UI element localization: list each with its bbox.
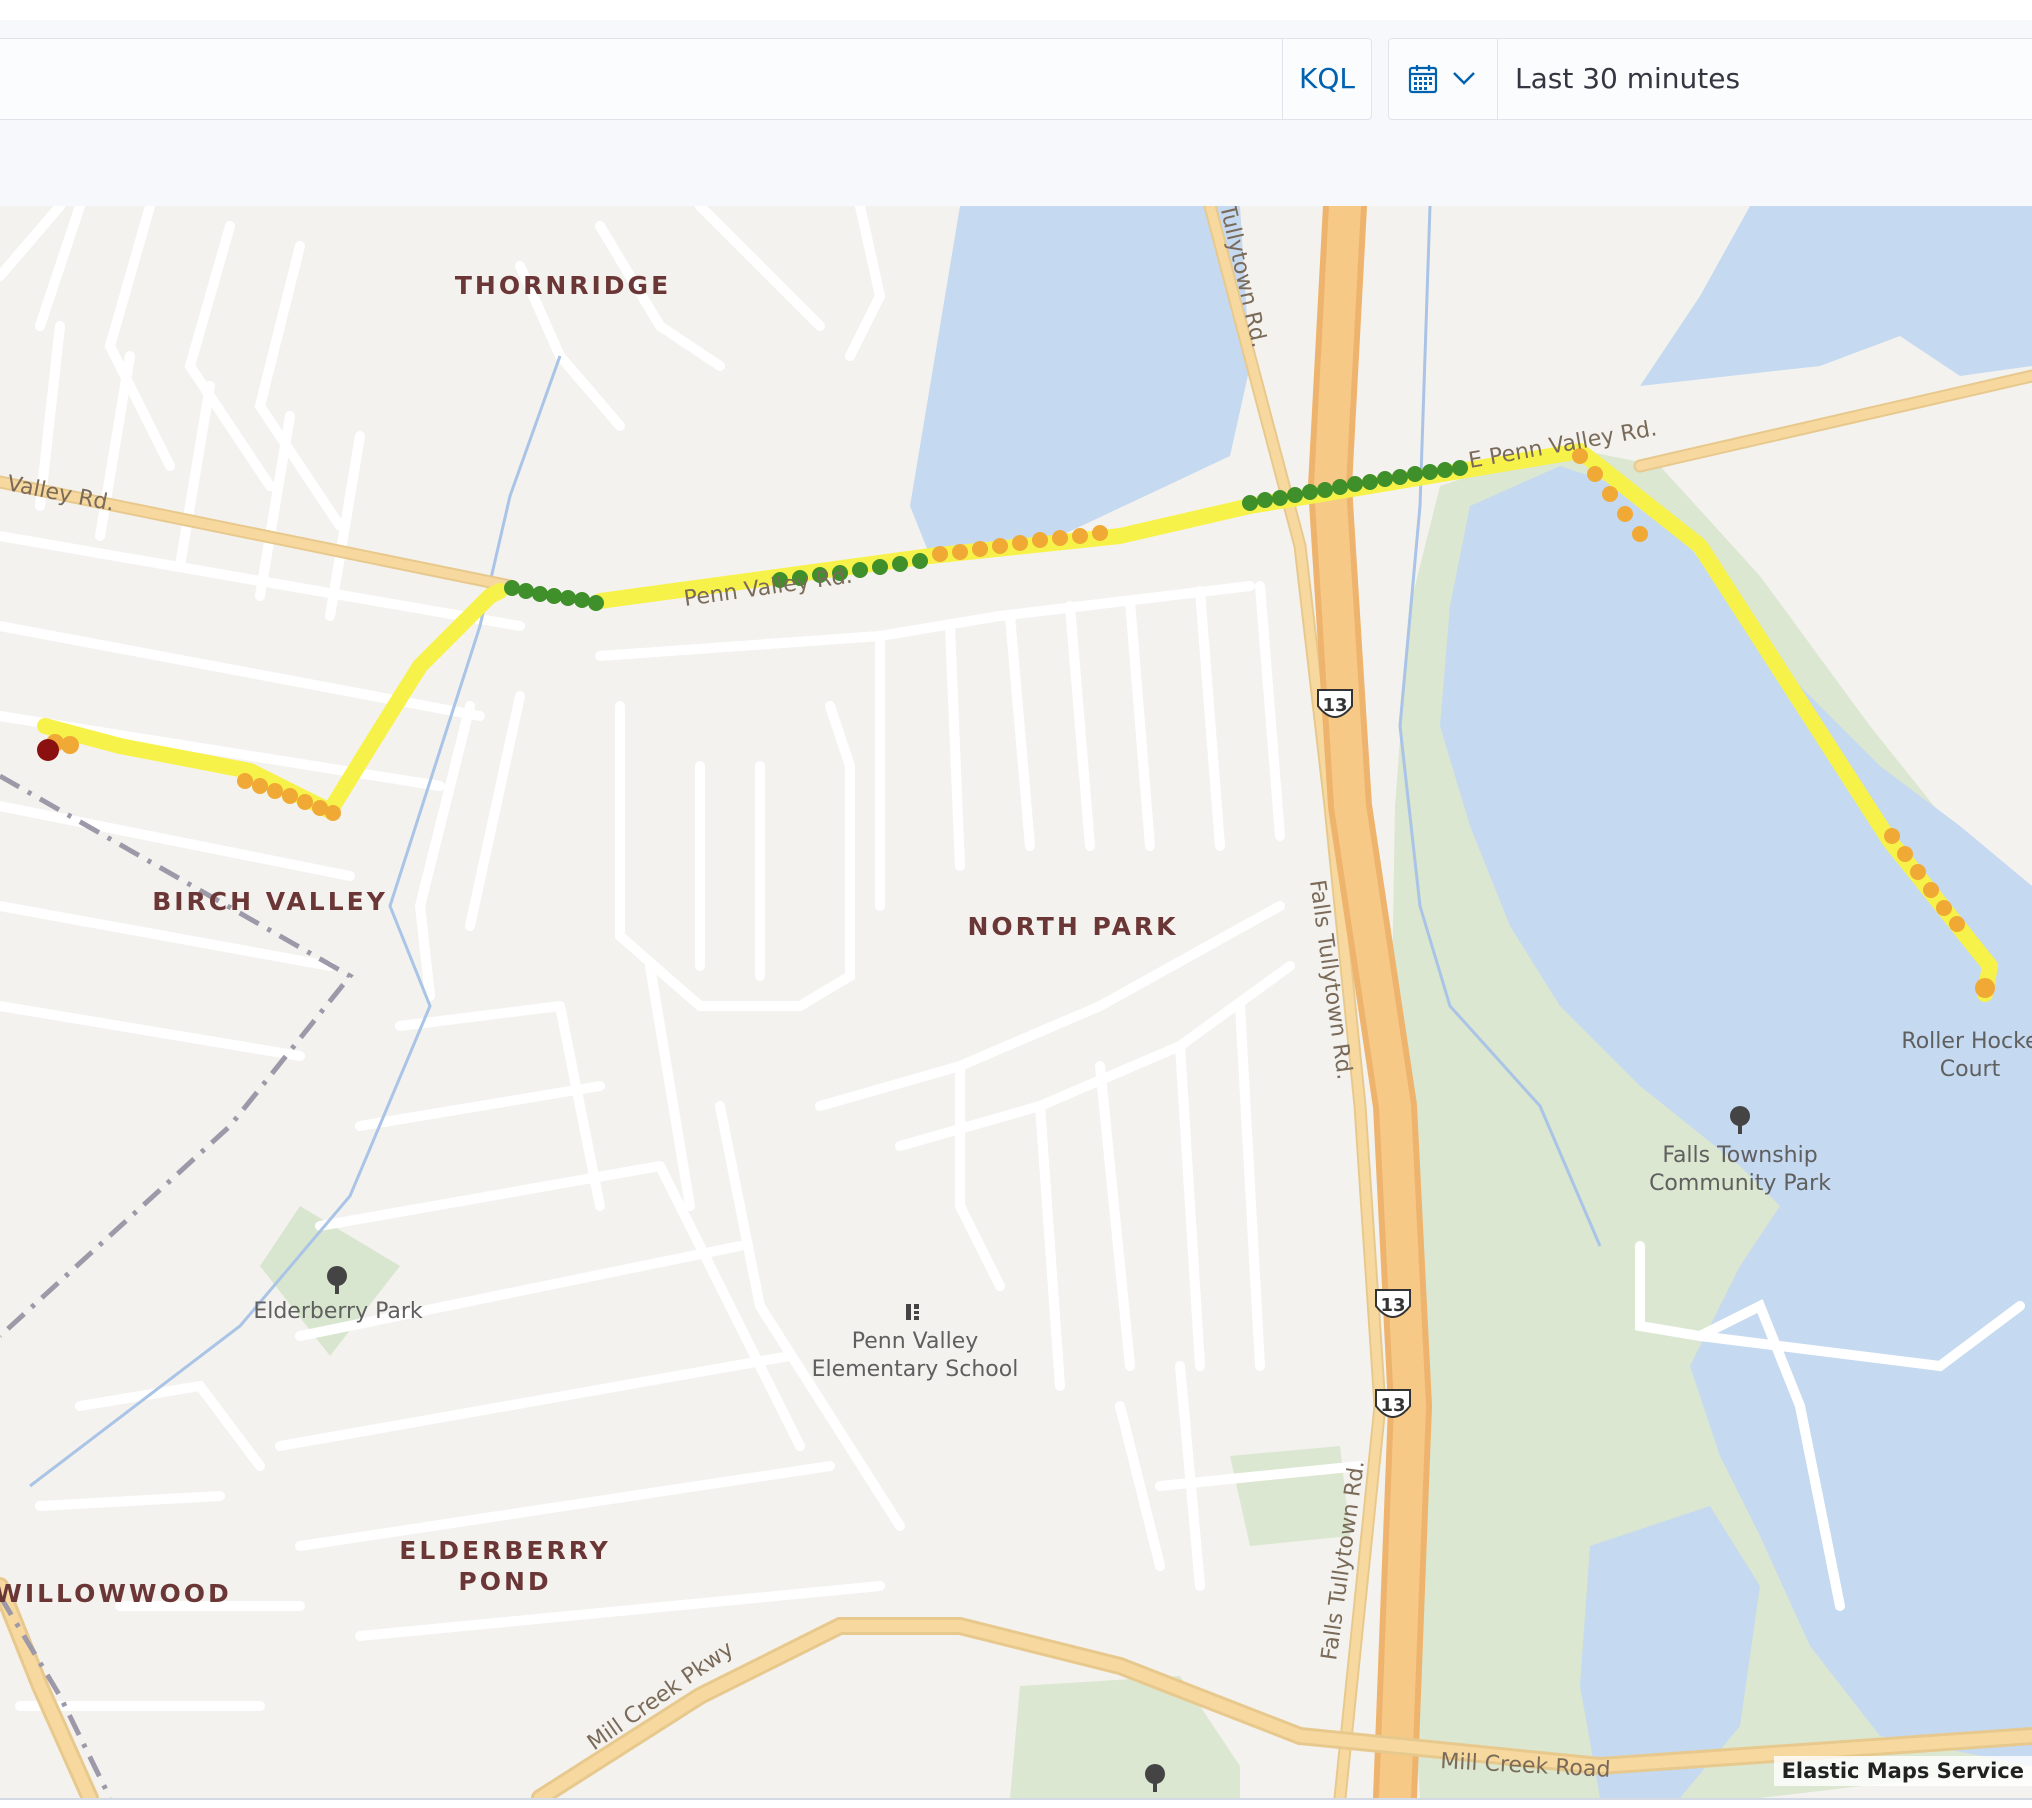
neighborhood-label: BIRCH VALLEY (152, 887, 388, 916)
reservoir-north (910, 206, 1250, 556)
shield-label: 13 (1380, 1295, 1405, 1316)
shield-label: 13 (1322, 695, 1347, 716)
query-bar: KQL Last 30 minutes (0, 20, 2032, 206)
date-picker[interactable]: Last 30 minutes (1388, 38, 2032, 120)
greenspace-east (1230, 1446, 1350, 1546)
neighborhood-label: THORNRIDGE (455, 271, 671, 300)
map-attribution[interactable]: Elastic Maps Service (1773, 1756, 2032, 1786)
quick-select-button[interactable] (1389, 39, 1498, 119)
neighborhood-label: POND (458, 1567, 551, 1596)
poi-label: Roller Hocke (1901, 1029, 2032, 1054)
route-shield-icon: 13 (1375, 1289, 1411, 1318)
time-range-label[interactable]: Last 30 minutes (1515, 39, 1740, 119)
road-label: Valley Rd. (5, 471, 117, 516)
poi-label: Elementary School (812, 1357, 1019, 1382)
boundary-line-south (0, 1594, 113, 1798)
shield-label: 13 (1380, 1395, 1405, 1416)
map-svg[interactable]: 13 13 13 THORNRIDGE BIRCH VALLEY NORTH P… (0, 206, 2032, 1798)
map-canvas[interactable]: 13 13 13 THORNRIDGE BIRCH VALLEY NORTH P… (0, 206, 2032, 1798)
query-language-button[interactable]: KQL (1282, 39, 1371, 119)
poi-label: Community Park (1649, 1171, 1831, 1196)
search-input[interactable]: KQL (0, 38, 1372, 120)
school-icon (906, 1304, 919, 1320)
poi-label: Elderberry Park (253, 1299, 423, 1324)
track-start-marker (37, 739, 59, 761)
neighborhood-label: NORTH PARK (968, 912, 1179, 941)
neighborhood-label: WILLOWWOOD (0, 1579, 232, 1608)
bottom-border (0, 1798, 2032, 1808)
poi-label: Falls Township (1662, 1143, 1817, 1168)
chevron-down-icon (1453, 72, 1475, 85)
route-shield-icon: 13 (1317, 689, 1353, 718)
route-shield-icon: 13 (1375, 1389, 1411, 1418)
neighborhood-label: ELDERBERRY (399, 1536, 610, 1565)
calendar-icon (1408, 65, 1438, 94)
poi-label: Court (1940, 1057, 2001, 1082)
top-header (0, 0, 2032, 22)
lake-north-east (1640, 206, 2032, 386)
poi-label: Penn Valley (852, 1329, 979, 1354)
